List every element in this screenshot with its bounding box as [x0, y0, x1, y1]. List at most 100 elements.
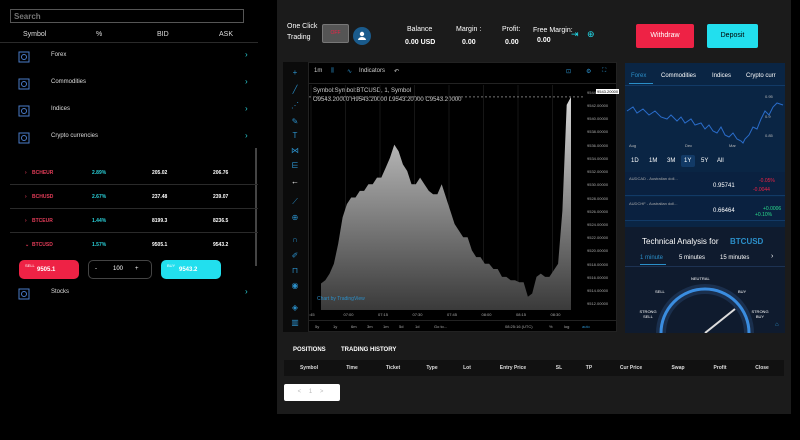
- fullscreen-icon[interactable]: ⛶: [602, 68, 606, 75]
- symbol-percent: 1.57%: [92, 242, 107, 248]
- mini-line-chart: [626, 102, 784, 144]
- text-icon[interactable]: T: [289, 130, 301, 142]
- one-click-toggle[interactable]: OFF: [322, 24, 349, 43]
- range-1m[interactable]: 1m: [383, 324, 389, 329]
- pagination[interactable]: < 1 >: [284, 384, 340, 401]
- timeframe-5y[interactable]: 5Y: [701, 158, 708, 164]
- gauge-neutral: NEUTRAL: [691, 276, 710, 281]
- arrow-left-icon[interactable]: ←: [289, 176, 301, 188]
- indicators-button[interactable]: Indicators: [359, 68, 385, 74]
- chevron-right-icon: ›: [25, 218, 27, 224]
- category-crypto[interactable]: Crypto currencies ›: [0, 125, 260, 151]
- range-1y[interactable]: 1y: [333, 324, 337, 329]
- time-tick: 07:00: [343, 312, 354, 317]
- range-1d[interactable]: 1d: [415, 324, 419, 329]
- symbol-row[interactable]: › BCHUSD 2.67% 237.48 239.07: [0, 185, 258, 209]
- quote-pair: AUDCAD - Australian doll...: [629, 176, 678, 181]
- ta-tab-1m[interactable]: 1 minute: [640, 255, 663, 261]
- category-stocks[interactable]: Stocks ›: [0, 281, 260, 307]
- ruler-icon[interactable]: ⟋: [289, 196, 301, 208]
- symbol-row-selected[interactable]: ⌄ BTCUSD 1.57% 9505.1 9543.2: [0, 233, 258, 257]
- log-toggle[interactable]: log: [564, 324, 569, 329]
- range-5y[interactable]: 5y: [315, 324, 319, 329]
- divider: [625, 85, 785, 86]
- crosshair-icon[interactable]: +: [289, 67, 301, 79]
- price-chart[interactable]: [309, 85, 585, 310]
- withdraw-button[interactable]: Withdraw: [636, 24, 694, 48]
- quantity-value[interactable]: 100: [113, 266, 123, 272]
- trendline-icon[interactable]: ╱: [289, 84, 301, 96]
- settings-icon[interactable]: ⚙: [586, 68, 591, 75]
- timeframe-1d[interactable]: 1D: [631, 158, 639, 164]
- user-icon[interactable]: [353, 27, 371, 45]
- buy-label: BUY: [167, 263, 176, 268]
- tab-crypto[interactable]: Crypto curr: [746, 73, 776, 79]
- category-indices[interactable]: Indices ›: [0, 98, 260, 124]
- layers-icon[interactable]: ◈: [289, 302, 301, 314]
- globe-icon[interactable]: ⊕: [587, 29, 595, 40]
- symbol-row[interactable]: › BCHEUR 2.89% 205.02 206.76: [0, 161, 258, 185]
- category-forex[interactable]: Forex ›: [0, 44, 260, 70]
- th-tp: TP: [585, 365, 593, 371]
- timeframe-1m[interactable]: 1M: [649, 158, 657, 164]
- chevron-down-icon: ⌄: [25, 242, 30, 248]
- quote-row[interactable]: AUDCAD - Australian doll... 0.95741 -0.0…: [625, 172, 785, 196]
- symbol-row[interactable]: › BTCEUR 1.44% 8199.3 8236.5: [0, 209, 258, 233]
- tab-positions[interactable]: POSITIONS: [293, 347, 326, 353]
- symbol-bid: 9505.1: [152, 242, 168, 248]
- chart-clock: 08:25:16 (UTC): [505, 324, 533, 329]
- price-tick: 9540.00000: [587, 116, 609, 122]
- quantity-stepper[interactable]: - 100 +: [88, 260, 152, 279]
- percent-toggle[interactable]: %: [549, 324, 553, 329]
- chevron-right-icon[interactable]: ›: [771, 253, 773, 260]
- brush-icon[interactable]: ✎: [289, 116, 301, 128]
- buy-button[interactable]: BUY 9543.2: [161, 260, 221, 279]
- indicators-icon[interactable]: ∿: [347, 68, 352, 75]
- pitchfork-icon[interactable]: ⋰: [289, 100, 301, 112]
- buy-price: 9543.2: [179, 267, 198, 273]
- goto-date[interactable]: Go to...: [434, 324, 447, 329]
- ta-tab-5m[interactable]: 5 minutes: [679, 255, 705, 261]
- symbol-name: BCHUSD: [32, 194, 54, 200]
- symbol-ask: 206.76: [213, 170, 229, 176]
- symbol-percent: 2.67%: [92, 194, 107, 200]
- price-tick: 9538.00000: [587, 129, 609, 135]
- tab-forex[interactable]: Forex: [631, 73, 646, 79]
- ta-tab-15m[interactable]: 15 minutes: [720, 255, 749, 261]
- pattern-icon[interactable]: ⋈: [289, 145, 301, 157]
- tradingview-watermark[interactable]: Chart by TradingView: [317, 296, 365, 302]
- quote-row[interactable]: AUDCHF - Australian doll... 0.66464 +0.1…: [625, 197, 785, 221]
- symbol-bid: 237.48: [152, 194, 168, 200]
- range-5d[interactable]: 5d: [399, 324, 403, 329]
- logout-icon[interactable]: ⇥: [571, 29, 579, 40]
- trash-icon[interactable]: ▥: [289, 317, 301, 329]
- tab-indices[interactable]: Indices: [712, 73, 731, 79]
- bar-style-icon[interactable]: ⫼: [331, 68, 334, 75]
- camera-icon[interactable]: ⊡: [566, 68, 571, 75]
- pencil-lock-icon[interactable]: ✐: [289, 250, 301, 262]
- timeframe-1y[interactable]: 1Y: [684, 158, 691, 164]
- increase-button[interactable]: +: [135, 266, 139, 272]
- magnet-icon[interactable]: ∩: [289, 234, 301, 246]
- timeframe-3m[interactable]: 3M: [667, 158, 675, 164]
- tab-commodities[interactable]: Commodities: [661, 73, 696, 79]
- chat-icon[interactable]: ⌂: [775, 322, 779, 328]
- undo-icon[interactable]: ↶: [394, 68, 399, 75]
- eye-icon[interactable]: ◉: [289, 280, 301, 292]
- positions-tabs: POSITIONS TRADING HISTORY: [277, 340, 791, 360]
- category-commodities[interactable]: Commodities ›: [0, 71, 260, 97]
- range-3m[interactable]: 3m: [367, 324, 373, 329]
- tab-trading-history[interactable]: TRADING HISTORY: [341, 347, 396, 353]
- auto-toggle[interactable]: auto: [582, 324, 590, 329]
- sell-button[interactable]: SELL 9505.1: [19, 260, 79, 279]
- range-6m[interactable]: 6m: [351, 324, 357, 329]
- decrease-button[interactable]: -: [95, 266, 97, 272]
- search-input[interactable]: [10, 9, 244, 23]
- lock-icon[interactable]: ⊓: [289, 265, 301, 277]
- interval-selector[interactable]: 1m: [314, 68, 322, 74]
- zoom-icon[interactable]: ⊕: [289, 212, 301, 224]
- fib-icon[interactable]: ⋿: [289, 160, 301, 172]
- timeframe-all[interactable]: All: [717, 158, 724, 164]
- deposit-button[interactable]: Deposit: [707, 24, 758, 48]
- price-tick: 9520.00000: [587, 248, 609, 254]
